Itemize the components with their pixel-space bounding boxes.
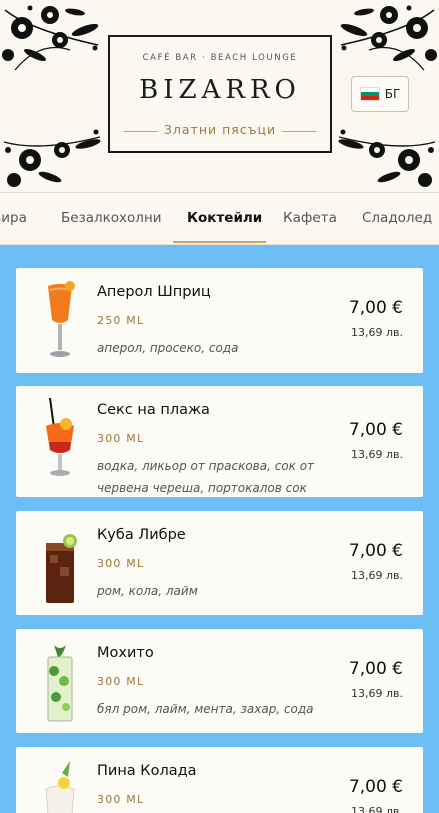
floral-ornament-icon <box>338 129 436 187</box>
brand-name: BIZARRO <box>139 75 301 105</box>
sex-on-the-beach-icon <box>46 398 74 476</box>
item-name: Секс на плажа <box>97 402 210 418</box>
item-volume: 250 ML <box>97 314 145 327</box>
item-name: Пина Колада <box>97 763 197 779</box>
menu-item-card[interactable]: Пина Колада 300 ML 7,00 € 13,69 лв. <box>16 747 423 813</box>
floral-ornament-icon <box>2 5 99 71</box>
item-price-eur: 7,00 € <box>348 777 403 797</box>
language-switcher-button[interactable]: БГ <box>351 76 409 112</box>
tab-beer[interactable]: Бира <box>0 210 27 226</box>
item-price-bgn: 13,69 лв. <box>351 569 403 582</box>
floral-ornament-icon <box>3 129 101 187</box>
language-label: БГ <box>384 87 401 101</box>
item-name: Аперол Шприц <box>97 284 211 300</box>
menu-item-card[interactable]: Аперол Шприц 250 ML аперол, просеко, сод… <box>16 268 423 373</box>
item-volume: 300 ML <box>97 557 145 570</box>
cuba-libre-icon <box>46 534 77 603</box>
item-ingredients: водка, ликьор от праскова, сок от червен… <box>97 459 315 495</box>
item-price-bgn: 13,69 лв. <box>351 805 403 813</box>
item-price-eur: 7,00 € <box>348 298 403 318</box>
item-price-bgn: 13,69 лв. <box>351 448 403 461</box>
brand-location: Златни пясъци <box>163 122 277 137</box>
menu-item-card[interactable]: Куба Либре 300 ML ром, кола, лайм 7,00 €… <box>16 511 423 615</box>
tab-cocktails[interactable]: Коктейли <box>187 210 262 226</box>
tab-soft-drinks[interactable]: Безалкохолни <box>61 210 162 226</box>
category-tabs: Бира Безалкохолни Коктейли Кафета Сладол… <box>0 192 439 245</box>
header: CAFÉ BAR · BEACH LOUNGE BIZARRO Златни п… <box>0 0 439 192</box>
tab-coffee[interactable]: Кафета <box>283 210 337 226</box>
item-ingredients: ром, кола, лайм <box>97 584 198 598</box>
flag-stripe-red <box>360 96 379 100</box>
item-price-bgn: 13,69 лв. <box>351 687 403 700</box>
item-volume: 300 ML <box>97 432 145 445</box>
item-ingredients: бял ром, лайм, мента, захар, сода <box>97 702 314 716</box>
item-price-eur: 7,00 € <box>348 420 403 440</box>
item-name: Куба Либре <box>97 527 186 543</box>
item-volume: 300 ML <box>97 675 145 688</box>
item-price-eur: 7,00 € <box>348 541 403 561</box>
item-ingredients: аперол, просеко, сода <box>97 341 239 355</box>
pina-colada-icon <box>45 761 75 813</box>
menu-item-card[interactable]: Секс на плажа 300 ML водка, ликьор от пр… <box>16 386 423 497</box>
brand-tagline: CAFÉ BAR · BEACH LOUNGE <box>142 53 298 63</box>
floral-ornament-icon <box>340 5 437 71</box>
mojito-icon <box>47 645 73 722</box>
active-tab-indicator <box>173 241 266 243</box>
tab-ice-cream[interactable]: Сладолед <box>362 210 432 226</box>
item-volume: 300 ML <box>97 793 145 806</box>
item-price-bgn: 13,69 лв. <box>351 326 403 339</box>
item-price-eur: 7,00 € <box>348 659 403 679</box>
item-name: Мохито <box>97 645 154 661</box>
bulgarian-flag-icon <box>359 87 380 101</box>
menu-item-card[interactable]: Мохито 300 ML бял ром, лайм, мента, заха… <box>16 629 423 733</box>
brand-logo: CAFÉ BAR · BEACH LOUNGE BIZARRO Златни п… <box>108 35 332 153</box>
aperol-spritz-icon <box>48 281 75 357</box>
